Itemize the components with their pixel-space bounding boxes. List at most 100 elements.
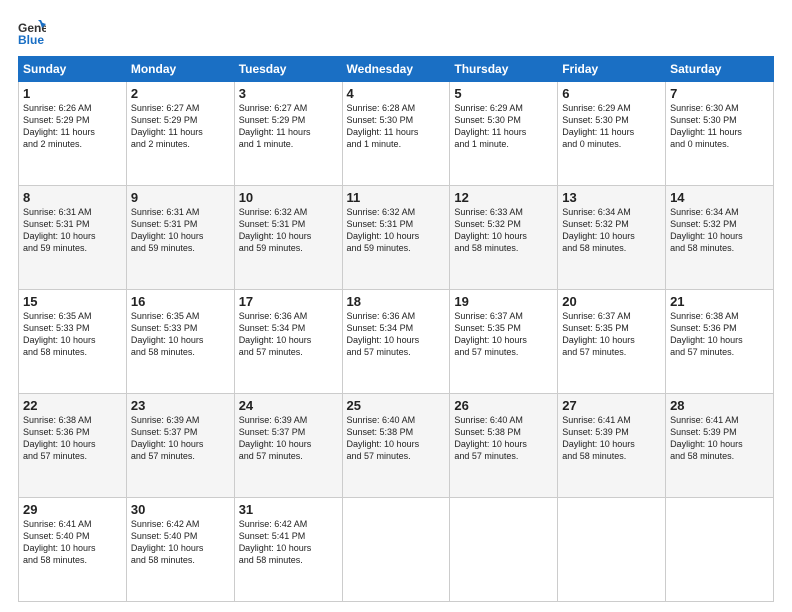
day-number: 28: [670, 398, 769, 413]
calendar-cell: 11Sunrise: 6:32 AM Sunset: 5:31 PM Dayli…: [342, 186, 450, 290]
week-row-3: 15Sunrise: 6:35 AM Sunset: 5:33 PM Dayli…: [19, 290, 774, 394]
cell-info: Sunrise: 6:28 AM Sunset: 5:30 PM Dayligh…: [347, 102, 446, 151]
calendar-cell: 12Sunrise: 6:33 AM Sunset: 5:32 PM Dayli…: [450, 186, 558, 290]
day-number: 14: [670, 190, 769, 205]
cell-info: Sunrise: 6:40 AM Sunset: 5:38 PM Dayligh…: [347, 414, 446, 463]
day-number: 22: [23, 398, 122, 413]
cell-info: Sunrise: 6:29 AM Sunset: 5:30 PM Dayligh…: [454, 102, 553, 151]
calendar-cell: 19Sunrise: 6:37 AM Sunset: 5:35 PM Dayli…: [450, 290, 558, 394]
calendar-cell: 23Sunrise: 6:39 AM Sunset: 5:37 PM Dayli…: [126, 394, 234, 498]
calendar-cell: 5Sunrise: 6:29 AM Sunset: 5:30 PM Daylig…: [450, 82, 558, 186]
calendar-cell: [666, 498, 774, 602]
day-number: 8: [23, 190, 122, 205]
day-number: 2: [131, 86, 230, 101]
day-number: 16: [131, 294, 230, 309]
day-number: 7: [670, 86, 769, 101]
day-number: 24: [239, 398, 338, 413]
day-number: 10: [239, 190, 338, 205]
logo: General Blue: [18, 18, 50, 46]
day-number: 18: [347, 294, 446, 309]
cell-info: Sunrise: 6:42 AM Sunset: 5:41 PM Dayligh…: [239, 518, 338, 567]
cell-info: Sunrise: 6:41 AM Sunset: 5:40 PM Dayligh…: [23, 518, 122, 567]
svg-text:Blue: Blue: [18, 33, 44, 46]
calendar-cell: 6Sunrise: 6:29 AM Sunset: 5:30 PM Daylig…: [558, 82, 666, 186]
cell-info: Sunrise: 6:34 AM Sunset: 5:32 PM Dayligh…: [670, 206, 769, 255]
calendar-cell: 18Sunrise: 6:36 AM Sunset: 5:34 PM Dayli…: [342, 290, 450, 394]
cell-info: Sunrise: 6:36 AM Sunset: 5:34 PM Dayligh…: [347, 310, 446, 359]
col-header-wednesday: Wednesday: [342, 57, 450, 82]
calendar-cell: 26Sunrise: 6:40 AM Sunset: 5:38 PM Dayli…: [450, 394, 558, 498]
calendar-cell: 9Sunrise: 6:31 AM Sunset: 5:31 PM Daylig…: [126, 186, 234, 290]
day-number: 6: [562, 86, 661, 101]
week-row-5: 29Sunrise: 6:41 AM Sunset: 5:40 PM Dayli…: [19, 498, 774, 602]
calendar-cell: 22Sunrise: 6:38 AM Sunset: 5:36 PM Dayli…: [19, 394, 127, 498]
calendar-cell: [450, 498, 558, 602]
cell-info: Sunrise: 6:32 AM Sunset: 5:31 PM Dayligh…: [239, 206, 338, 255]
cell-info: Sunrise: 6:35 AM Sunset: 5:33 PM Dayligh…: [23, 310, 122, 359]
calendar-cell: 1Sunrise: 6:26 AM Sunset: 5:29 PM Daylig…: [19, 82, 127, 186]
calendar-cell: 20Sunrise: 6:37 AM Sunset: 5:35 PM Dayli…: [558, 290, 666, 394]
day-number: 21: [670, 294, 769, 309]
calendar-table: SundayMondayTuesdayWednesdayThursdayFrid…: [18, 56, 774, 602]
calendar-cell: 15Sunrise: 6:35 AM Sunset: 5:33 PM Dayli…: [19, 290, 127, 394]
cell-info: Sunrise: 6:32 AM Sunset: 5:31 PM Dayligh…: [347, 206, 446, 255]
cell-info: Sunrise: 6:38 AM Sunset: 5:36 PM Dayligh…: [23, 414, 122, 463]
header: General Blue: [18, 18, 774, 46]
day-number: 15: [23, 294, 122, 309]
cell-info: Sunrise: 6:39 AM Sunset: 5:37 PM Dayligh…: [131, 414, 230, 463]
calendar-cell: 21Sunrise: 6:38 AM Sunset: 5:36 PM Dayli…: [666, 290, 774, 394]
cell-info: Sunrise: 6:31 AM Sunset: 5:31 PM Dayligh…: [23, 206, 122, 255]
week-row-4: 22Sunrise: 6:38 AM Sunset: 5:36 PM Dayli…: [19, 394, 774, 498]
day-number: 25: [347, 398, 446, 413]
day-number: 27: [562, 398, 661, 413]
calendar-cell: 3Sunrise: 6:27 AM Sunset: 5:29 PM Daylig…: [234, 82, 342, 186]
cell-info: Sunrise: 6:36 AM Sunset: 5:34 PM Dayligh…: [239, 310, 338, 359]
logo-icon: General Blue: [18, 18, 46, 46]
cell-info: Sunrise: 6:40 AM Sunset: 5:38 PM Dayligh…: [454, 414, 553, 463]
day-number: 23: [131, 398, 230, 413]
day-number: 4: [347, 86, 446, 101]
col-header-thursday: Thursday: [450, 57, 558, 82]
day-number: 29: [23, 502, 122, 517]
cell-info: Sunrise: 6:33 AM Sunset: 5:32 PM Dayligh…: [454, 206, 553, 255]
col-header-saturday: Saturday: [666, 57, 774, 82]
calendar-cell: 31Sunrise: 6:42 AM Sunset: 5:41 PM Dayli…: [234, 498, 342, 602]
day-number: 11: [347, 190, 446, 205]
column-headers: SundayMondayTuesdayWednesdayThursdayFrid…: [19, 57, 774, 82]
cell-info: Sunrise: 6:41 AM Sunset: 5:39 PM Dayligh…: [562, 414, 661, 463]
cell-info: Sunrise: 6:27 AM Sunset: 5:29 PM Dayligh…: [131, 102, 230, 151]
col-header-friday: Friday: [558, 57, 666, 82]
calendar-cell: 10Sunrise: 6:32 AM Sunset: 5:31 PM Dayli…: [234, 186, 342, 290]
calendar-cell: 7Sunrise: 6:30 AM Sunset: 5:30 PM Daylig…: [666, 82, 774, 186]
col-header-tuesday: Tuesday: [234, 57, 342, 82]
day-number: 30: [131, 502, 230, 517]
cell-info: Sunrise: 6:42 AM Sunset: 5:40 PM Dayligh…: [131, 518, 230, 567]
calendar-cell: 29Sunrise: 6:41 AM Sunset: 5:40 PM Dayli…: [19, 498, 127, 602]
day-number: 13: [562, 190, 661, 205]
calendar-cell: 30Sunrise: 6:42 AM Sunset: 5:40 PM Dayli…: [126, 498, 234, 602]
cell-info: Sunrise: 6:29 AM Sunset: 5:30 PM Dayligh…: [562, 102, 661, 151]
cell-info: Sunrise: 6:34 AM Sunset: 5:32 PM Dayligh…: [562, 206, 661, 255]
day-number: 12: [454, 190, 553, 205]
cell-info: Sunrise: 6:31 AM Sunset: 5:31 PM Dayligh…: [131, 206, 230, 255]
day-number: 20: [562, 294, 661, 309]
calendar-cell: 17Sunrise: 6:36 AM Sunset: 5:34 PM Dayli…: [234, 290, 342, 394]
day-number: 26: [454, 398, 553, 413]
day-number: 5: [454, 86, 553, 101]
calendar-cell: 14Sunrise: 6:34 AM Sunset: 5:32 PM Dayli…: [666, 186, 774, 290]
week-row-1: 1Sunrise: 6:26 AM Sunset: 5:29 PM Daylig…: [19, 82, 774, 186]
calendar-cell: 27Sunrise: 6:41 AM Sunset: 5:39 PM Dayli…: [558, 394, 666, 498]
cell-info: Sunrise: 6:30 AM Sunset: 5:30 PM Dayligh…: [670, 102, 769, 151]
col-header-monday: Monday: [126, 57, 234, 82]
day-number: 17: [239, 294, 338, 309]
calendar-cell: 4Sunrise: 6:28 AM Sunset: 5:30 PM Daylig…: [342, 82, 450, 186]
col-header-sunday: Sunday: [19, 57, 127, 82]
calendar-body: 1Sunrise: 6:26 AM Sunset: 5:29 PM Daylig…: [19, 82, 774, 602]
day-number: 19: [454, 294, 553, 309]
week-row-2: 8Sunrise: 6:31 AM Sunset: 5:31 PM Daylig…: [19, 186, 774, 290]
calendar-cell: 2Sunrise: 6:27 AM Sunset: 5:29 PM Daylig…: [126, 82, 234, 186]
day-number: 31: [239, 502, 338, 517]
calendar-cell: 8Sunrise: 6:31 AM Sunset: 5:31 PM Daylig…: [19, 186, 127, 290]
day-number: 9: [131, 190, 230, 205]
calendar-cell: [558, 498, 666, 602]
